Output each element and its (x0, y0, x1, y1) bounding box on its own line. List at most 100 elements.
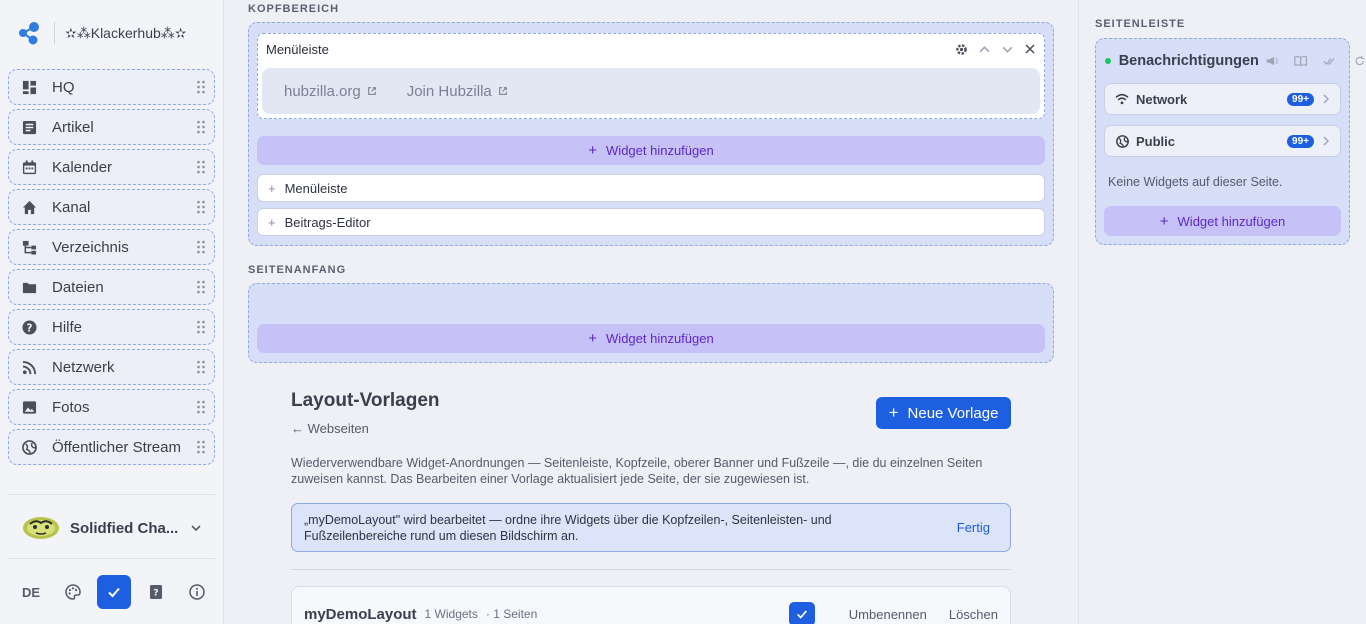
info-icon (189, 584, 205, 600)
calendar-icon (21, 159, 37, 175)
menu-link[interactable]: hubzilla.org (284, 83, 377, 100)
menu-link[interactable]: Join Hubzilla (407, 83, 508, 100)
add-widget-button[interactable]: + Widget hinzufügen (1104, 206, 1341, 236)
drag-handle-icon[interactable] (196, 400, 206, 414)
external-link-icon (367, 87, 376, 95)
nav-item-label: Hilfe (52, 318, 83, 336)
available-widget[interactable]: + Menüleiste (257, 174, 1045, 202)
folder-icon (21, 279, 37, 295)
nav-item-label: Kalender (52, 158, 113, 176)
online-status-dot (1105, 58, 1111, 64)
nav-item-hq[interactable]: HQ (8, 69, 215, 105)
theme-button[interactable] (56, 575, 90, 609)
gear-icon[interactable] (955, 43, 968, 56)
external-link-icon (498, 87, 507, 95)
new-template-button[interactable]: + Neue Vorlage (876, 397, 1011, 429)
nav-item-artikel[interactable]: Artikel (8, 109, 215, 145)
rename-button[interactable]: Umbenennen (849, 607, 927, 622)
chevron-right-icon (1323, 94, 1329, 104)
notification-row-network[interactable]: Network 99+ (1104, 83, 1341, 115)
refresh-icon[interactable] (1354, 54, 1365, 68)
nav-item-label: Verzeichnis (52, 238, 129, 256)
menu-widget[interactable]: Menüleiste hubzilla.org Join Hubzilla (257, 33, 1045, 119)
section-label-sidebar: SEITENLEISTE (1095, 18, 1186, 30)
nav-item-dateien[interactable]: Dateien (8, 269, 215, 305)
nav-item-kalender[interactable]: Kalender (8, 149, 215, 185)
close-icon[interactable] (1024, 43, 1036, 55)
nav-item-fotos[interactable]: Fotos (8, 389, 215, 425)
back-link[interactable]: ← Webseiten (291, 421, 369, 436)
divider (291, 569, 1011, 570)
section-label-header: KOPFBEREICH (248, 3, 340, 15)
drag-handle-icon[interactable] (196, 240, 206, 254)
header-zone[interactable]: Menüleiste hubzilla.org Join Hubzilla + … (248, 22, 1054, 246)
add-widget-label: Widget hinzufügen (1177, 213, 1286, 229)
check-icon (796, 610, 807, 619)
available-widget-label: Beitrags-Editor (284, 214, 371, 230)
right-panel: SEITENLEISTE Benachrichtigungen Network … (1078, 0, 1366, 624)
double-check-icon[interactable] (1323, 54, 1337, 68)
user-name: Solidfied Cha... (70, 519, 179, 537)
drag-handle-icon[interactable] (196, 80, 206, 94)
new-template-label: Neue Vorlage (907, 404, 999, 422)
nav-item-hilfe[interactable]: ? Hilfe (8, 309, 215, 345)
drag-handle-icon[interactable] (196, 160, 206, 174)
rss-icon (21, 359, 37, 375)
template-widget-count: 1 Widgets (424, 607, 478, 621)
hubzilla-logo-icon (19, 22, 39, 45)
sidebar-zone[interactable]: Benachrichtigungen Network 99+ Public 99… (1095, 38, 1364, 245)
templates-description: Wiederverwendbare Widget-Anordnungen — S… (291, 456, 983, 486)
edit-template-toggle[interactable] (788, 602, 815, 624)
chevron-down-icon[interactable] (1001, 43, 1014, 56)
help-button[interactable]: ? (139, 575, 173, 609)
nav-item-public-stream[interactable]: Öffentlicher Stream (8, 429, 215, 465)
notification-row-public[interactable]: Public 99+ (1104, 125, 1341, 157)
nav-item-netzwerk[interactable]: Netzwerk (8, 349, 215, 385)
nav-list: HQ Artikel Kalender Kanal Verzeichnis Da… (8, 69, 215, 475)
nav-item-label: Dateien (52, 278, 104, 296)
editing-message: „myDemoLayout" wird bearbeitet — ordne i… (304, 512, 832, 543)
template-row: myDemoLayout 1 Widgets · 1 Seiten Umbene… (304, 602, 998, 624)
hq-icon (21, 79, 37, 95)
home-icon (21, 199, 37, 215)
notification-badge: 99+ (1287, 92, 1314, 106)
add-widget-button[interactable]: + Widget hinzufügen (257, 324, 1045, 353)
sidebar-divider (8, 558, 215, 559)
megaphone-icon[interactable] (1265, 54, 1278, 68)
nav-item-verzeichnis[interactable]: Verzeichnis (8, 229, 215, 265)
avatar (23, 517, 59, 539)
drag-handle-icon[interactable] (196, 280, 206, 294)
available-widget[interactable]: + Beitrags-Editor (257, 208, 1045, 236)
notification-label: Network (1136, 91, 1188, 107)
left-sidebar: ✫⁂Klackerhub⁂✫ HQ Artikel Kalender Kanal… (0, 0, 224, 624)
user-menu[interactable]: Solidfied Cha... (22, 510, 202, 546)
photo-icon (21, 399, 37, 415)
no-widgets-text: Keine Widgets auf dieser Seite. (1108, 175, 1283, 189)
drag-handle-icon[interactable] (196, 360, 206, 374)
language-switch[interactable]: DE (14, 575, 48, 609)
back-link-label: Webseiten (307, 421, 369, 436)
drag-handle-icon[interactable] (196, 120, 206, 134)
top-zone[interactable]: + Widget hinzufügen (248, 283, 1054, 363)
drag-handle-icon[interactable] (196, 440, 206, 454)
chevron-right-icon (1323, 136, 1329, 146)
delete-button[interactable]: Löschen (949, 607, 998, 622)
add-widget-button[interactable]: + Widget hinzufügen (257, 136, 1045, 165)
site-name: ✫⁂Klackerhub⁂✫ (65, 24, 187, 41)
brand[interactable]: ✫⁂Klackerhub⁂✫ (16, 19, 187, 47)
editing-banner: „myDemoLayout" wird bearbeitet — ordne i… (291, 503, 1011, 552)
edit-mode-toggle[interactable] (97, 575, 131, 609)
drag-handle-icon[interactable] (196, 320, 206, 334)
globe-icon (1115, 134, 1129, 148)
directory-icon (21, 239, 37, 255)
chevron-up-icon[interactable] (978, 43, 991, 56)
sidebar-bottom-bar: DE ? (14, 575, 214, 609)
book-icon[interactable] (1294, 54, 1308, 68)
palette-icon (64, 584, 81, 600)
template-name: myDemoLayout (304, 605, 417, 623)
nav-item-kanal[interactable]: Kanal (8, 189, 215, 225)
done-button[interactable]: Fertig (957, 520, 990, 535)
drag-handle-icon[interactable] (196, 200, 206, 214)
about-button[interactable] (180, 575, 214, 609)
notification-badge: 99+ (1287, 134, 1314, 148)
